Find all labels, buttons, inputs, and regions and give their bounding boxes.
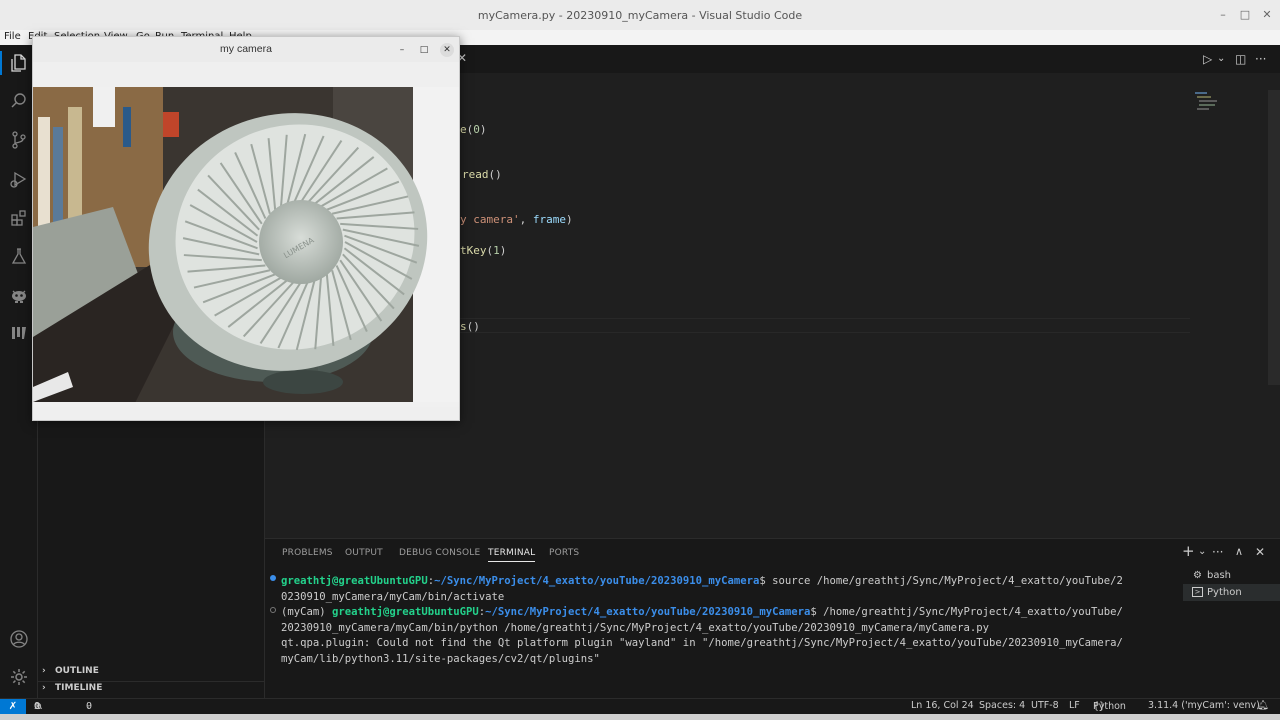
terminal-text: qt.qpa.plugin: Could not find the Qt pla… bbox=[281, 637, 1123, 649]
sidebar-section-timeline[interactable]: › TIMELINE bbox=[38, 680, 265, 697]
code-line: e(0) bbox=[460, 123, 487, 136]
section-label: TIMELINE bbox=[55, 683, 103, 693]
run-button[interactable]: ▷ bbox=[1203, 52, 1212, 66]
camera-window[interactable]: my camera – □ ✕ LUMENA bbox=[32, 36, 460, 421]
code-line: y camera', frame) bbox=[460, 213, 573, 226]
remote-indicator[interactable]: ✗ bbox=[0, 699, 26, 715]
terminal-line: myCam/lib/python3.11/site-packages/cv2/q… bbox=[281, 652, 1171, 668]
terminal-text: 20230910_myCamera/myCam/bin/python /home… bbox=[281, 621, 989, 634]
window-titlebar: myCamera.py - 20230910_myCamera - Visual… bbox=[0, 0, 1280, 30]
terminal-text: ~/Sync/MyProject/4_exatto/youTube/202309… bbox=[434, 575, 760, 587]
camera-frame-image: LUMENA bbox=[33, 87, 459, 407]
terminal-text: ~/Sync/MyProject/4_exatto/youTube/202309… bbox=[485, 606, 811, 618]
terminal-line: qt.qpa.plugin: Could not find the Qt pla… bbox=[281, 636, 1171, 652]
code-line: s() bbox=[460, 320, 480, 333]
terminal-text: 0230910_myCamera/myCam/bin/activate bbox=[281, 590, 505, 603]
code-token: , bbox=[519, 213, 533, 226]
split-editor-button[interactable]: ◫ bbox=[1235, 52, 1246, 66]
python-interpreter[interactable]: 3.11.4 ('myCam': venv) bbox=[1148, 700, 1260, 711]
code-line: tKey(1) bbox=[460, 244, 506, 257]
menu-file[interactable]: File bbox=[4, 31, 21, 42]
run-debug-icon[interactable] bbox=[7, 167, 31, 191]
python-terminal-icon: > bbox=[1192, 587, 1203, 597]
code-token: s bbox=[460, 320, 467, 333]
code-token: 1 bbox=[493, 244, 500, 257]
account-icon[interactable] bbox=[7, 627, 31, 651]
source-control-icon[interactable] bbox=[7, 128, 31, 152]
terminal-line: 20230910_myCamera/myCam/bin/python /home… bbox=[281, 621, 1171, 637]
search-icon[interactable] bbox=[7, 89, 31, 113]
window-title: myCamera.py - 20230910_myCamera - Visual… bbox=[477, 9, 803, 22]
line-ending[interactable]: LF bbox=[1069, 700, 1080, 711]
terminal-line: greathtj@greatUbuntuGPU:~/Sync/MyProject… bbox=[281, 574, 1171, 590]
desktop-dock-strip bbox=[0, 714, 1280, 720]
code-token: ) bbox=[499, 244, 507, 257]
tab-terminal[interactable]: TERMINAL bbox=[488, 548, 536, 562]
chevron-right-icon: › bbox=[42, 683, 46, 693]
terminal-line: 0230910_myCamera/myCam/bin/activate bbox=[281, 590, 1171, 606]
code-token: frame bbox=[532, 213, 566, 226]
active-indicator bbox=[0, 51, 2, 75]
camera-minimize-button[interactable]: – bbox=[395, 43, 409, 57]
terminal-text: greathtj@greatUbuntuGPU bbox=[281, 575, 428, 587]
run-dropdown-icon[interactable]: ⌄ bbox=[1217, 53, 1225, 64]
terminal-list: ⚙ bash > Python bbox=[1183, 567, 1280, 601]
terminal-item-bash[interactable]: ⚙ bash bbox=[1183, 567, 1280, 584]
tab-problems[interactable]: PROBLEMS bbox=[282, 548, 333, 558]
tab-debug-console[interactable]: DEBUG CONSOLE bbox=[399, 548, 480, 558]
notifications-bell-icon[interactable]: 🔔︎ bbox=[1257, 700, 1269, 711]
chevron-right-icon: › bbox=[42, 666, 46, 676]
code-token: 0 bbox=[473, 123, 480, 136]
command-running-icon bbox=[270, 607, 276, 613]
new-terminal-button[interactable]: + bbox=[1182, 542, 1195, 560]
more-actions-button[interactable]: ··· bbox=[1255, 52, 1266, 66]
cursor-position[interactable]: Ln 16, Col 24 bbox=[911, 700, 974, 711]
camera-maximize-button[interactable]: □ bbox=[417, 43, 431, 57]
camera-window-titlebar[interactable]: my camera – □ ✕ bbox=[33, 37, 459, 62]
settings-icon[interactable] bbox=[7, 665, 31, 689]
maximize-button[interactable]: □ bbox=[1238, 8, 1252, 21]
sidebar-section-outline[interactable]: › OUTLINE bbox=[38, 663, 265, 680]
maximize-panel-button[interactable]: ∧ bbox=[1235, 545, 1243, 558]
bash-terminal-icon: ⚙ bbox=[1193, 570, 1202, 581]
code-token: () bbox=[466, 320, 480, 333]
bookmark-icon[interactable] bbox=[7, 321, 31, 345]
terminal-text: myCam/lib/python3.11/site-packages/cv2/q… bbox=[281, 652, 600, 665]
section-label: OUTLINE bbox=[55, 666, 99, 676]
code-token: e bbox=[460, 123, 467, 136]
tab-ports[interactable]: PORTS bbox=[549, 548, 579, 558]
code-token: tKey bbox=[460, 244, 487, 257]
tab-output[interactable]: OUTPUT bbox=[345, 548, 383, 558]
explorer-icon[interactable] bbox=[7, 51, 31, 75]
code-token: read bbox=[462, 168, 489, 181]
terminal-text: (myCam) bbox=[281, 606, 333, 618]
panel-more-button[interactable]: ··· bbox=[1212, 545, 1223, 559]
code-token: ) bbox=[565, 213, 573, 226]
current-line-highlight bbox=[453, 318, 1190, 333]
robot-icon[interactable] bbox=[7, 283, 31, 307]
code-token: () bbox=[488, 168, 502, 181]
code-token: y camera' bbox=[460, 213, 520, 226]
testing-icon[interactable] bbox=[7, 244, 31, 268]
close-button[interactable]: ✕ bbox=[1260, 8, 1274, 21]
minimap[interactable] bbox=[1195, 92, 1225, 114]
terminal-text: $ source /home/greathtj/Sync/MyProject/4… bbox=[759, 575, 1123, 587]
terminal-text: $ /home/greathtj/Sync/MyProject/4_exatto… bbox=[810, 606, 1123, 618]
extensions-icon[interactable] bbox=[7, 206, 31, 230]
editor-scrollbar[interactable] bbox=[1268, 90, 1280, 385]
camera-close-button[interactable]: ✕ bbox=[440, 43, 454, 57]
close-panel-button[interactable]: ✕ bbox=[1255, 545, 1265, 559]
status-bar: ✗ ⊗ 0 ⚠ 0 ⑂ 0 Ln 16, Col 24 Spaces: 4 UTF-8… bbox=[0, 698, 1280, 715]
code-line: read() bbox=[462, 168, 502, 181]
terminal-text: greathtj@greatUbuntuGPU bbox=[332, 606, 479, 618]
encoding[interactable]: UTF-8 bbox=[1031, 700, 1059, 711]
code-token: ) bbox=[479, 123, 487, 136]
terminal-line: (myCam) greathtj@greatUbuntuGPU:~/Sync/M… bbox=[281, 605, 1171, 621]
terminal-item-python[interactable]: > Python bbox=[1183, 584, 1280, 601]
minimize-button[interactable]: – bbox=[1216, 8, 1230, 21]
terminal-dropdown-icon[interactable]: ⌄ bbox=[1198, 546, 1206, 557]
indentation[interactable]: Spaces: 4 bbox=[979, 700, 1025, 711]
bottom-panel: PROBLEMS OUTPUT DEBUG CONSOLE TERMINAL P… bbox=[265, 538, 1280, 698]
command-success-icon bbox=[270, 575, 276, 581]
